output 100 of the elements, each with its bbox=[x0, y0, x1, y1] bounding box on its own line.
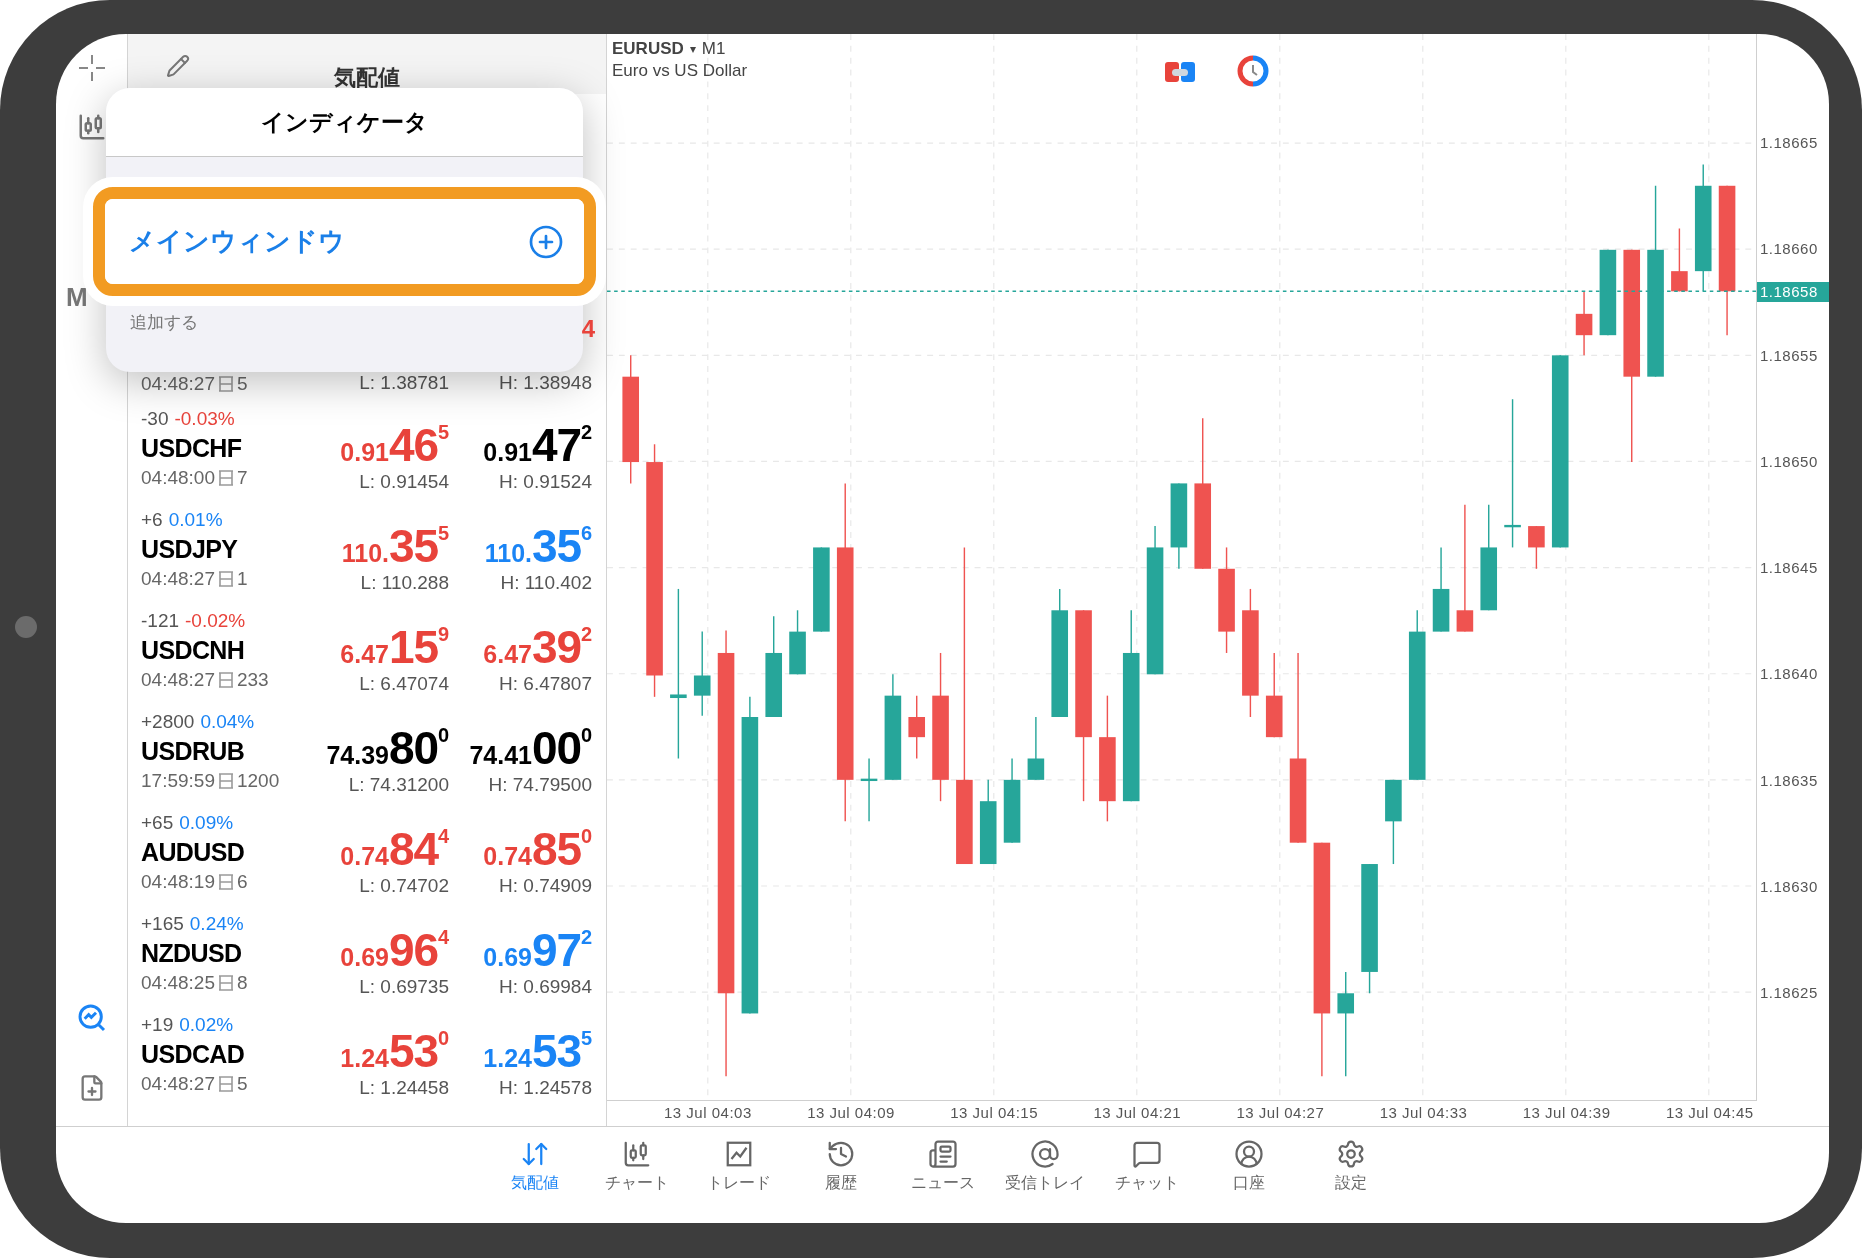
tick-count: 5 bbox=[236, 1072, 248, 1096]
time-axis-label: 13 Jul 04:09 bbox=[807, 1103, 895, 1123]
ask-price-digit[interactable]: 4 bbox=[581, 315, 595, 343]
clock-icon[interactable] bbox=[1237, 55, 1269, 87]
candle bbox=[1575, 290, 1593, 357]
low-price: L: 74.31200 bbox=[348, 773, 449, 797]
change-points: -30 bbox=[141, 407, 169, 431]
symbol-name[interactable]: USDCNH bbox=[141, 633, 307, 667]
low-price: L: 0.91454 bbox=[359, 470, 449, 494]
chart-timeframe[interactable]: M1 bbox=[701, 38, 726, 60]
change-points: +165 bbox=[141, 912, 184, 936]
tick-count: 5 bbox=[236, 372, 248, 396]
candle bbox=[908, 694, 925, 760]
quote-time: 04:48:00 bbox=[141, 466, 215, 490]
tick-count: 1200 bbox=[236, 769, 280, 793]
tick-count: 1 bbox=[236, 567, 248, 591]
chart-symbol[interactable]: EURUSD bbox=[612, 38, 684, 60]
tab-bar-item[interactable]: トレード bbox=[687, 1127, 790, 1223]
candle bbox=[1528, 525, 1545, 570]
high-price: H: 1.38948 bbox=[499, 371, 592, 395]
price-axis-label: 1.18650 bbox=[1760, 452, 1818, 471]
candle bbox=[1671, 227, 1688, 292]
price-axis-label: 1.18660 bbox=[1760, 240, 1818, 259]
time-axis-label: 13 Jul 04:15 bbox=[950, 1103, 1038, 1123]
user-circle-icon bbox=[1233, 1139, 1264, 1169]
quote-time: 04:48:27 bbox=[141, 1072, 215, 1096]
popup-title: インディケータ bbox=[261, 107, 428, 137]
high-price: H: 110.402 bbox=[500, 571, 592, 595]
edit-icon[interactable] bbox=[166, 54, 190, 78]
price-axis-label: 1.18655 bbox=[1760, 346, 1818, 365]
tab-bar-item[interactable]: 口座 bbox=[1197, 1127, 1300, 1223]
symbol-name[interactable]: USDJPY bbox=[141, 532, 307, 566]
time-axis-label: 13 Jul 04:39 bbox=[1522, 1103, 1611, 1123]
quote-time: 04:48:25 bbox=[141, 971, 215, 995]
high-price: H: 0.74909 bbox=[499, 874, 592, 898]
ticks-icon bbox=[217, 570, 234, 588]
symbol-name[interactable]: AUDUSD bbox=[141, 835, 307, 869]
symbol-name[interactable]: USDCAD bbox=[141, 1037, 307, 1071]
change-points: +6 bbox=[141, 508, 163, 532]
change-percent: 0.02% bbox=[179, 1013, 234, 1037]
change-points: +65 bbox=[141, 811, 174, 835]
low-price: L: 0.74702 bbox=[359, 874, 449, 898]
tick-count: 8 bbox=[236, 971, 248, 995]
high-price: H: 74.79500 bbox=[488, 773, 592, 797]
tab-bar-item[interactable]: 気配値 bbox=[483, 1127, 586, 1223]
ticks-icon bbox=[217, 1075, 234, 1093]
tick-count: 233 bbox=[236, 668, 269, 692]
menu-item[interactable]: メインウィンドウ bbox=[105, 199, 584, 284]
change-points: +2800 bbox=[141, 710, 195, 734]
candle bbox=[860, 757, 878, 823]
time-axis-label: 13 Jul 04:03 bbox=[664, 1103, 752, 1123]
change-percent: -0.03% bbox=[174, 407, 235, 431]
price-axis-label: 1.18630 bbox=[1760, 877, 1818, 896]
high-price: H: 0.69984 bbox=[499, 975, 592, 999]
time-axis-label: 13 Jul 04:27 bbox=[1236, 1103, 1325, 1123]
low-price: L: 1.38781 bbox=[358, 371, 449, 395]
quote-time: 17:59:59 bbox=[141, 769, 215, 793]
ticks-icon bbox=[217, 671, 234, 689]
low-price: L: 1.24458 bbox=[359, 1076, 449, 1100]
ticks-icon bbox=[217, 375, 234, 393]
price-axis-label: 1.18640 bbox=[1760, 665, 1818, 684]
candle bbox=[789, 609, 806, 675]
ticks-icon bbox=[217, 469, 234, 487]
symbol-name[interactable]: NZDUSD bbox=[141, 936, 307, 970]
ticks-icon bbox=[217, 974, 234, 992]
tick-count: 6 bbox=[236, 870, 248, 894]
ticks-icon bbox=[217, 772, 234, 790]
change-percent: 0.01% bbox=[168, 508, 223, 532]
tab-bar-item[interactable]: チャート bbox=[585, 1127, 688, 1223]
quote-time: 04:48:19 bbox=[141, 870, 215, 894]
tab-bar-item[interactable]: 受信トレイ bbox=[993, 1127, 1096, 1223]
tab-bar-item[interactable]: チャット bbox=[1095, 1127, 1198, 1223]
chat-bubble-icon bbox=[1131, 1139, 1162, 1169]
tab-bar-item[interactable]: ニュース bbox=[891, 1127, 994, 1223]
change-percent: 0.04% bbox=[200, 710, 255, 734]
add-icon bbox=[528, 223, 564, 260]
low-price: L: 0.69735 bbox=[359, 975, 449, 999]
tab-bar-item[interactable]: 設定 bbox=[1299, 1127, 1402, 1223]
newspaper-icon bbox=[927, 1139, 958, 1169]
tab-bar-item[interactable]: 履歴 bbox=[789, 1127, 892, 1223]
low-price: L: 110.288 bbox=[360, 571, 449, 595]
quote-time: 04:48:27 bbox=[141, 567, 215, 591]
one-click-trading-icon[interactable] bbox=[1164, 60, 1196, 84]
symbol-name[interactable]: USDRUB bbox=[141, 734, 307, 768]
low-price: L: 6.47074 bbox=[359, 672, 449, 696]
change-points: +19 bbox=[141, 1013, 174, 1037]
high-price: H: 1.24578 bbox=[499, 1076, 592, 1100]
price-axis-label: 1.18635 bbox=[1760, 771, 1818, 790]
symbol-description: Euro vs US Dollar bbox=[612, 60, 748, 82]
high-price: H: 6.47807 bbox=[499, 672, 592, 696]
quote-time: 04:48:27 bbox=[141, 668, 215, 692]
crosshair-icon[interactable] bbox=[77, 54, 106, 82]
change-percent: 0.24% bbox=[189, 912, 244, 936]
caret-icon[interactable]: ▾ bbox=[689, 38, 696, 60]
time-axis-label: 13 Jul 04:21 bbox=[1093, 1103, 1182, 1123]
symbol-name[interactable]: USDCHF bbox=[141, 431, 307, 465]
change-percent: -0.02% bbox=[185, 609, 246, 633]
tick-count: 7 bbox=[236, 466, 248, 490]
current-price-label: 1.18658 bbox=[1757, 281, 1829, 302]
high-price: H: 0.91524 bbox=[499, 470, 592, 494]
